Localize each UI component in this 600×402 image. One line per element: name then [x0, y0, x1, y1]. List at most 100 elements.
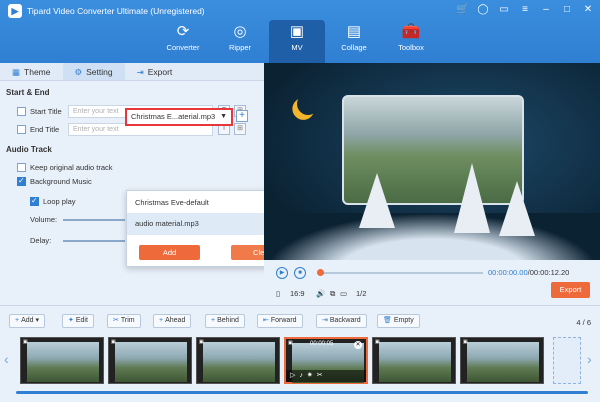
ahead-button[interactable]: + Ahead — [153, 314, 192, 328]
play-icon[interactable]: ▶ — [276, 267, 288, 279]
backward-icon: ⇥ — [322, 317, 328, 324]
start-title-row: Start Title — [17, 107, 62, 116]
video-icon: ▣ — [375, 339, 380, 345]
plus-icon: + — [15, 317, 20, 324]
gear-icon: ⚙ — [74, 67, 83, 77]
clip-thumbnail[interactable]: ▣ — [460, 337, 544, 384]
video-icon: ▣ — [463, 339, 468, 345]
volume-row: Volume: — [30, 215, 58, 224]
converter-icon: ⟳ — [176, 23, 190, 40]
keep-audio-checkbox[interactable] — [17, 163, 26, 172]
video-icon: ▣ — [23, 339, 28, 345]
bg-music-checkbox[interactable] — [17, 176, 26, 186]
chevron-down-icon: ▼ — [220, 113, 227, 120]
delay-row: Delay: — [30, 236, 52, 245]
ratio-icon: ▯ — [276, 289, 281, 298]
tab-setting[interactable]: ⚙ Setting — [62, 63, 125, 80]
clip-thumbnail[interactable]: ▣ — [20, 337, 104, 384]
tree-decoration — [359, 173, 395, 228]
snow-decoration — [264, 213, 600, 260]
collage-icon: ▤ — [346, 23, 362, 40]
page-select[interactable]: 1/2 — [356, 289, 366, 298]
forward-button[interactable]: ⇤ Forward — [257, 314, 303, 328]
main-nav: ⟳ Converter ◎ Ripper ▣ MV ▤ Collage 🧰 To… — [155, 20, 440, 63]
tab-export[interactable]: ⇥ Export — [125, 63, 185, 80]
player-controls: ▶ ■ 00:00:00.00/00:00:12.20 ▯ 16:9 🔊 ⧉ ▭… — [264, 260, 600, 305]
add-button[interactable]: + Add ▾ — [9, 314, 46, 328]
volume-icon[interactable]: 🔊 — [316, 289, 325, 298]
stop-icon[interactable]: ■ — [294, 267, 306, 279]
clip-thumbnail[interactable]: ▣ — [196, 337, 280, 384]
progress-bar[interactable] — [317, 269, 483, 276]
mv-icon: ▣ — [289, 23, 305, 40]
chevron-left-icon[interactable]: ‹ — [4, 351, 9, 367]
timeline-scrollbar[interactable] — [16, 391, 588, 394]
clip-thumbnail-active[interactable]: ▣ 00:00:05 ✕ ▷♪✷✂ — [284, 337, 368, 384]
tab-theme[interactable]: ▦ Theme — [0, 63, 63, 80]
nav-mv[interactable]: ▣ MV — [269, 20, 325, 63]
trim-icon: ✂ — [113, 317, 119, 324]
bg-music-row: Background Music — [17, 176, 92, 186]
chat-icon[interactable]: ▭ — [498, 3, 510, 17]
panel-tabs: ▦ Theme ⚙ Setting ⇥ Export — [0, 63, 264, 81]
end-title-row: End Title — [17, 125, 59, 134]
loop-row: Loop play — [30, 196, 76, 206]
volume-slider[interactable] — [63, 219, 125, 221]
delay-slider[interactable] — [63, 240, 125, 242]
edit-button[interactable]: ✦ Edit — [62, 314, 94, 328]
clip-thumbnail[interactable]: ▣ — [372, 337, 456, 384]
trash-icon: 🗑 — [383, 317, 392, 324]
export-icon: ⇥ — [136, 67, 144, 77]
close-icon[interactable]: ✕ — [582, 3, 594, 17]
snapshot-icon[interactable]: ⧉ — [330, 289, 335, 299]
menu-icon[interactable]: ≡ — [519, 3, 531, 17]
nav-collage[interactable]: ▤ Collage — [326, 20, 382, 63]
video-preview — [264, 63, 600, 260]
clip-actions[interactable]: ▷♪✷✂ — [286, 370, 366, 382]
keep-audio-row: Keep original audio track — [17, 163, 113, 172]
cart-icon[interactable]: 🛒 — [456, 3, 468, 17]
add-button[interactable]: Add — [139, 245, 200, 260]
start-title-checkbox[interactable] — [17, 107, 26, 116]
remove-clip-icon[interactable]: ✕ — [354, 341, 362, 349]
trim-button[interactable]: ✂ Trim — [107, 314, 141, 328]
backward-button[interactable]: ⇥ Backward — [316, 314, 367, 328]
clip-thumbnail[interactable]: ▣ — [108, 337, 192, 384]
monitor-icon: ▭ — [340, 289, 348, 298]
chevron-right-icon[interactable]: › — [587, 351, 592, 367]
behind-icon: + — [211, 317, 216, 324]
progress-handle[interactable] — [317, 269, 324, 276]
video-icon: ▣ — [288, 340, 293, 346]
tree-decoration — [454, 163, 490, 233]
style-button[interactable]: ⊞ — [234, 123, 246, 135]
music-select[interactable]: Christmas E...aterial.mp3 ▼ — [125, 108, 233, 126]
time-display: 00:00:00.00/00:00:12.20 — [488, 268, 570, 277]
nav-converter[interactable]: ⟳ Converter — [155, 20, 211, 63]
toolbox-icon: 🧰 — [401, 23, 421, 40]
add-music-button[interactable]: + — [236, 110, 248, 122]
tree-decoration — [499, 181, 535, 236]
settings-panel: ▦ Theme ⚙ Setting ⇥ Export Start & End Star… — [0, 63, 264, 305]
add-clip-slot[interactable] — [553, 337, 581, 384]
ratio-select[interactable]: 16:9 — [290, 289, 305, 298]
user-icon[interactable]: ◯ — [477, 3, 489, 17]
loop-checkbox[interactable] — [30, 196, 39, 206]
forward-icon: ⇤ — [263, 317, 269, 324]
behind-button[interactable]: + Behind — [205, 314, 245, 328]
title-bar: ▶ Tipard Video Converter Ultimate (Unreg… — [0, 0, 600, 63]
minimize-icon[interactable]: – — [540, 3, 552, 17]
nav-toolbox[interactable]: 🧰 Toolbox — [383, 20, 439, 63]
ahead-icon: + — [159, 317, 164, 324]
export-button[interactable]: Export — [551, 282, 590, 298]
moon-decoration — [294, 90, 322, 118]
timeline: ‹ ▣ ▣ ▣ ▣ 00:00:05 ✕ ▷♪✷✂ ▣ ▣ › — [0, 333, 600, 402]
app-logo: ▶ — [8, 4, 22, 18]
ripper-icon: ◎ — [233, 23, 247, 40]
video-icon: ▣ — [111, 339, 116, 345]
empty-button[interactable]: 🗑 Empty — [377, 314, 420, 328]
end-title-checkbox[interactable] — [17, 125, 26, 134]
nav-ripper[interactable]: ◎ Ripper — [212, 20, 268, 63]
clip-counter: 4 / 6 — [576, 318, 591, 327]
maximize-icon[interactable]: □ — [561, 3, 573, 17]
edit-icon: ✦ — [68, 317, 74, 324]
